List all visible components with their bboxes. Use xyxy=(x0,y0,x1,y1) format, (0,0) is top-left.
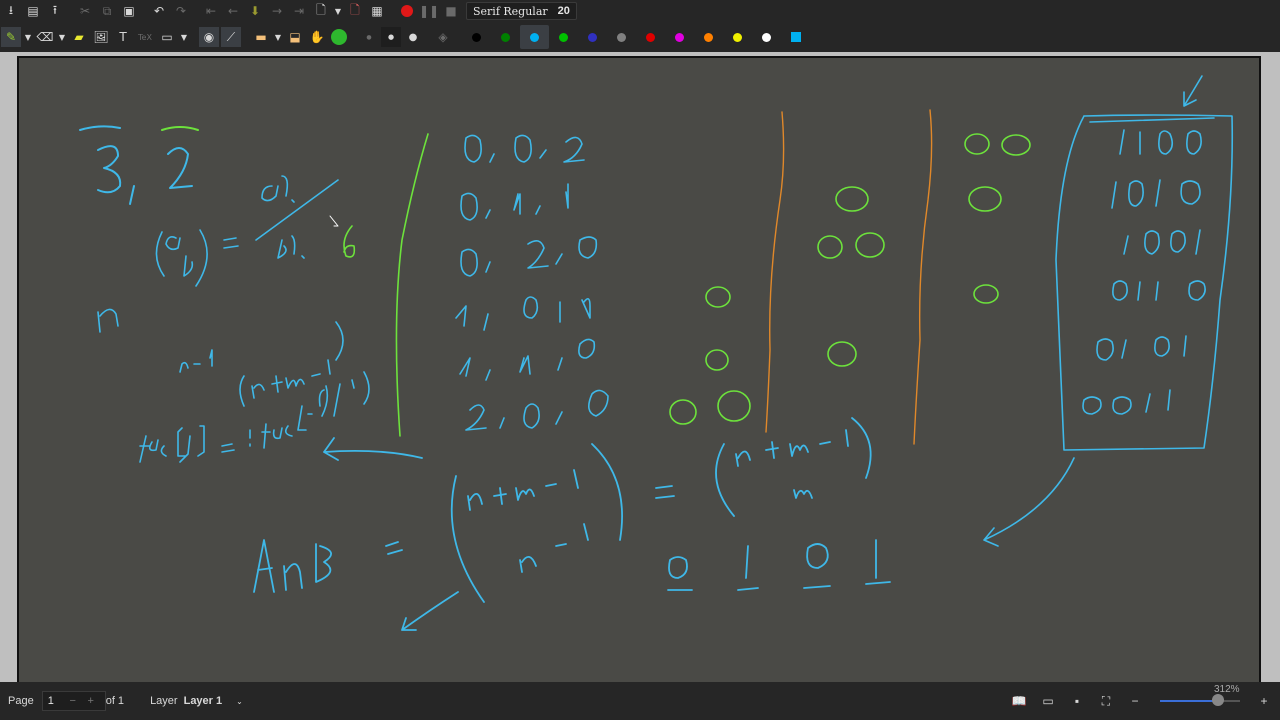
zoom-slider-fill xyxy=(1160,700,1218,702)
ink-orange-dividers xyxy=(765,109,933,445)
ink-green-divider xyxy=(395,133,429,437)
page-label: Page xyxy=(8,695,34,707)
ink-three-two xyxy=(79,125,199,205)
zoom-in-icon[interactable]: + xyxy=(1254,691,1274,711)
chevron-down-icon[interactable]: ⌄ xyxy=(236,697,243,706)
layer-label: Layer xyxy=(150,695,178,707)
ink-binomial xyxy=(155,175,356,287)
book-view-icon[interactable]: 📖 xyxy=(1009,691,1029,711)
page-view-icon[interactable]: ▭ xyxy=(1038,691,1058,711)
page-decrement-icon[interactable]: − xyxy=(64,695,82,707)
ink-answer-formula xyxy=(253,417,891,631)
zoom-slider-handle[interactable] xyxy=(1211,694,1224,706)
page-total: of 1 xyxy=(105,695,125,707)
ink-binary-table xyxy=(983,75,1234,547)
zoom-fit-icon[interactable]: ▪ xyxy=(1067,691,1087,711)
status-bar: Page 1 − + of 1 Layer Layer 1 ⌄ 📖 ▭ ▪ ⛶ … xyxy=(0,682,1280,720)
layer-selector[interactable]: Layer 1 xyxy=(184,695,223,707)
ink-factorial-formula xyxy=(97,308,370,463)
fullscreen-icon[interactable]: ⛶ xyxy=(1096,691,1116,711)
zoom-level: 312% xyxy=(1214,684,1240,695)
handwriting-layer xyxy=(79,75,1234,631)
ink-triples xyxy=(455,134,609,431)
page-number-value: 1 xyxy=(47,695,54,707)
page-increment-icon[interactable]: + xyxy=(82,695,100,707)
ink-green-circles xyxy=(669,133,1031,425)
zoom-slider[interactable] xyxy=(1160,694,1240,706)
zoom-out-icon[interactable]: − xyxy=(1125,691,1145,711)
